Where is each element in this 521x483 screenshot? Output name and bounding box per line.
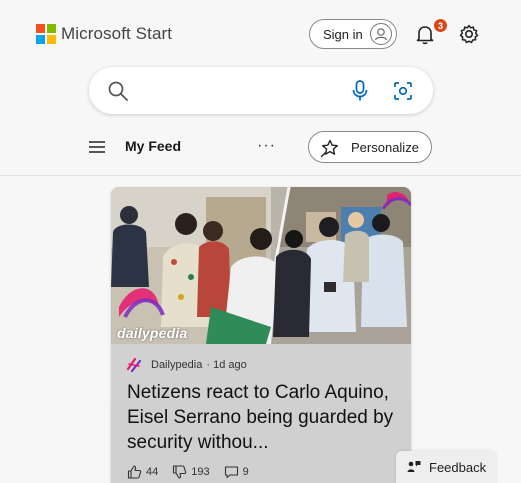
card-source-row: Dailypedia · 1d ago [126,357,247,373]
card-source-name[interactable]: Dailypedia [151,359,202,371]
visual-search-icon[interactable] [392,80,414,102]
image-watermark: dailypedia [117,325,188,341]
personalize-star-icon [320,138,340,158]
personalize-button[interactable]: Personalize [308,131,432,163]
thumbs-down-icon [173,465,187,479]
search-box[interactable] [89,67,433,114]
search-icon[interactable] [107,80,129,102]
news-card-image[interactable]: dailypedia [111,187,411,344]
personalize-label: Personalize [351,139,419,155]
feedback-button[interactable]: Feedback [396,451,496,483]
dislike-button[interactable]: 193 [172,465,210,479]
tab-my-feed[interactable]: My Feed [125,138,181,154]
microsoft-logo-icon [36,24,56,44]
card-reactions: 44 193 9 [127,465,263,479]
card-timestamp: · 1d ago [206,359,247,371]
news-card[interactable]: dailypedia Dailypedia · 1d ago Netizens … [111,187,411,483]
top-bar: Microsoft Start Sign in 3 [0,0,521,68]
like-count: 44 [146,466,159,478]
avatar-icon [370,23,392,45]
dislike-count: 193 [191,466,210,478]
notification-count-badge: 3 [433,18,448,33]
settings-gear-icon[interactable] [457,22,481,46]
divider [0,175,521,176]
search-input[interactable] [135,79,335,101]
comments-button[interactable]: 9 [224,465,249,479]
microphone-icon[interactable] [349,79,371,103]
brand[interactable]: Microsoft Start [36,24,172,44]
more-options-button[interactable]: ··· [257,137,276,155]
thumbs-up-icon [127,465,142,479]
dailypedia-logo-icon [126,357,142,373]
brand-name: Microsoft Start [61,24,173,43]
comment-icon [224,466,238,479]
sign-in-label: Sign in [323,26,363,42]
card-headline[interactable]: Netizens react to Carlo Aquino, Eisel Se… [127,380,399,455]
hamburger-menu-icon[interactable] [88,140,106,154]
feedback-icon [407,460,421,474]
feedback-label: Feedback [429,459,487,475]
sign-in-button[interactable]: Sign in [309,19,397,49]
like-button[interactable]: 44 [127,465,158,479]
comment-count: 9 [242,466,249,478]
